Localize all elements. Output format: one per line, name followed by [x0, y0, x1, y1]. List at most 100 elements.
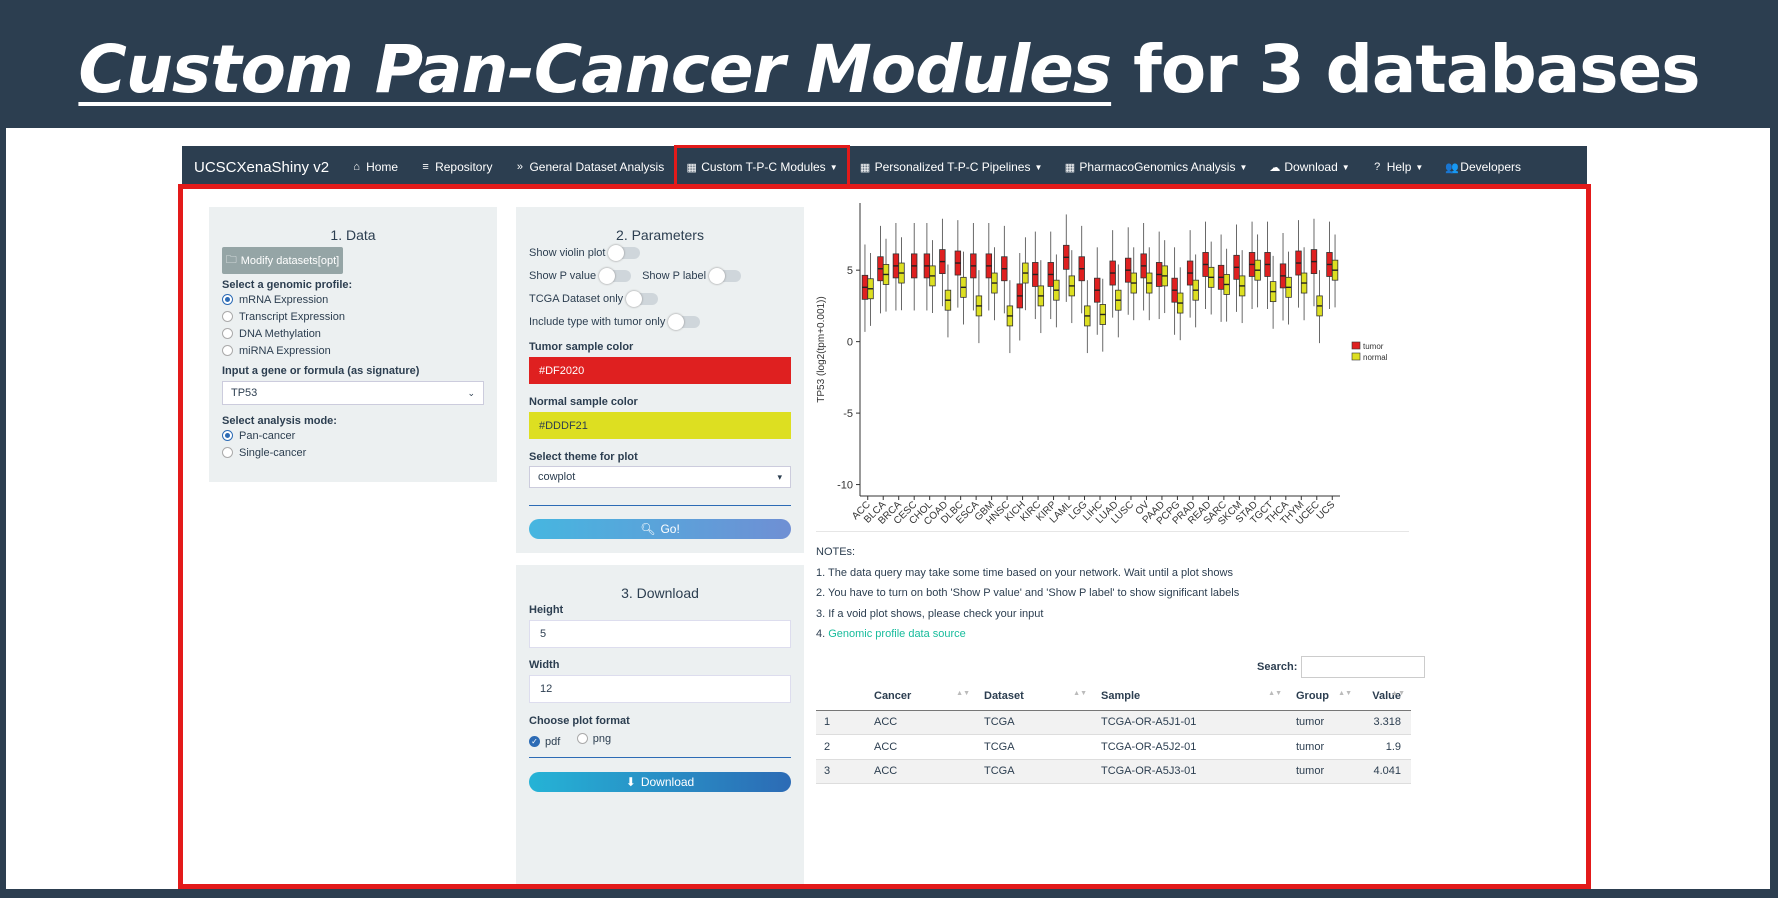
width-input[interactable]: 12 — [529, 675, 791, 703]
height-input[interactable]: 5 — [529, 620, 791, 648]
profile-option-label: miRNA Expression — [239, 344, 331, 357]
divider — [529, 505, 791, 506]
angles-down-icon: » — [516, 161, 524, 173]
nav-repository[interactable]: ≡ Repository — [420, 160, 492, 174]
theme-select[interactable]: cowplot ▾ — [529, 466, 791, 488]
normal-color-input[interactable]: #DDDF21 — [529, 412, 791, 439]
legend-label: tumor — [1363, 342, 1384, 351]
sort-icon: ▲▼ — [1338, 689, 1352, 697]
table-row[interactable]: 1 ACC TCGA TCGA-OR-A5J1-01 tumor 3.318 — [816, 710, 1411, 735]
theme-select-value: cowplot — [538, 471, 576, 483]
radio-dot — [222, 311, 233, 322]
results-table: Cancer ▲▼ Dataset ▲▼ Sample ▲▼ Group ▲▼ Valu… — [816, 682, 1411, 784]
format-pdf-option[interactable]: ✓ pdf — [529, 736, 560, 748]
format-png-option[interactable]: png — [576, 733, 611, 745]
gene-select-value: TP53 — [231, 387, 258, 399]
tcga-toggle-label: TCGA Dataset only — [529, 293, 624, 305]
data-panel: 1. Data 🗀 Modify datasets[opt] Select a g… — [209, 207, 497, 482]
nav-home[interactable]: ⌂ Home — [351, 160, 398, 174]
navbar: UCSCXenaShiny v2 ⌂ Home ≡ Repository » Gene… — [182, 145, 1587, 189]
column-header-dataset[interactable]: Dataset ▲▼ — [976, 682, 1093, 711]
nav-developers-label: Developers — [1460, 160, 1521, 174]
tumor-color-input[interactable]: #DF2020 — [529, 357, 791, 384]
format-group: ✓ pdf png — [529, 731, 623, 749]
divider — [816, 531, 1409, 532]
brand[interactable]: UCSCXenaShiny v2 — [194, 159, 329, 176]
parameters-panel-title: 2. Parameters — [616, 227, 704, 243]
table-cell: TCGA — [976, 710, 1093, 735]
p-label-toggle[interactable] — [709, 268, 742, 284]
nav-general-dataset-analysis[interactable]: » General Dataset Analysis — [514, 160, 664, 174]
banner-title-emphasis: Custom Pan-Cancer Modules — [78, 31, 1112, 108]
tumor-color-label: Tumor sample color — [529, 341, 634, 353]
download-button[interactable]: ⬇ Download — [529, 772, 791, 792]
nav-custom-tpc-modules[interactable]: ▦ Custom T-P-C Modules ▼ — [674, 145, 850, 189]
nav-help[interactable]: ? Help ▼ — [1372, 160, 1424, 174]
table-row[interactable]: 2 ACC TCGA TCGA-OR-A5J2-01 tumor 1.9 — [816, 734, 1411, 760]
x-tick-label: UCS — [1315, 499, 1338, 522]
radio-dot — [222, 447, 233, 458]
download-panel-title: 3. Download — [621, 585, 699, 601]
nav-pharmacogenomics[interactable]: ▦ PharmacoGenomics Analysis ▼ — [1064, 160, 1248, 174]
column-header-group[interactable]: Group ▲▼ — [1288, 682, 1358, 711]
table-cell: 4.041 — [1358, 759, 1411, 784]
tcga-only-toggle[interactable] — [626, 291, 659, 307]
radio-dot — [576, 733, 588, 744]
column-header-sample[interactable]: Sample ▲▼ — [1093, 682, 1288, 711]
folder-open-icon: 🗀 — [225, 254, 237, 266]
table-cell: TCGA-OR-A5J1-01 — [1093, 710, 1288, 735]
app-window: UCSCXenaShiny v2 ⌂ Home ≡ Repository » Gene… — [178, 145, 1591, 889]
screenshot-stage: UCSCXenaShiny v2 ⌂ Home ≡ Repository » Gene… — [6, 128, 1770, 889]
notes: NOTEs: 1. The data query may take some t… — [816, 546, 1239, 649]
nav-pharmaco-label: PharmacoGenomics Analysis — [1079, 160, 1236, 174]
radio-dot — [222, 328, 233, 339]
gene-select[interactable]: TP53 ⌄ — [222, 381, 484, 405]
nav-developers[interactable]: 👥 Developers — [1445, 160, 1521, 174]
caret-down-icon: ▾ — [777, 471, 782, 482]
profile-radio-transcript[interactable]: Transcript Expression — [222, 308, 345, 325]
divider — [529, 757, 791, 758]
profile-option-label: DNA Methylation — [239, 327, 321, 340]
table-cell: 1.9 — [1358, 734, 1411, 760]
caret-down-icon: ▼ — [1341, 162, 1350, 172]
search-input[interactable] — [1301, 656, 1426, 678]
column-header-cancer[interactable]: Cancer ▲▼ — [866, 682, 976, 711]
profile-radio-mirna[interactable]: miRNA Expression — [222, 342, 345, 359]
column-header-label: Group — [1296, 689, 1329, 702]
modify-datasets-button[interactable]: 🗀 Modify datasets[opt] — [222, 247, 343, 274]
nav-download[interactable]: ☁ Download ▼ — [1269, 160, 1349, 174]
note-item-link-row: 4. Genomic profile data source — [816, 628, 1239, 649]
go-button-label: Go! — [660, 522, 680, 536]
download-button-label: Download — [640, 775, 695, 789]
table-cell: TCGA — [976, 759, 1093, 784]
profile-radio-mrna[interactable]: mRNA Expression — [222, 291, 345, 308]
nav-custom-label: Custom T-P-C Modules — [701, 160, 826, 174]
p-value-toggle[interactable] — [599, 268, 632, 284]
violin-toggle[interactable] — [608, 245, 641, 261]
table-cell: TCGA — [976, 734, 1093, 760]
table-row[interactable]: 3 ACC TCGA TCGA-OR-A5J3-01 tumor 4.041 — [816, 759, 1411, 784]
nav-personalized-pipelines[interactable]: ▦ Personalized T-P-C Pipelines ▼ — [860, 160, 1042, 174]
boxplot-chart: 50-5-10TP53 (log2(tpm+0.001))ACCBLCABRCA… — [816, 203, 1388, 528]
profile-option-label: mRNA Expression — [239, 293, 329, 306]
mode-radio-group: Pan-cancer Single-cancer — [222, 427, 306, 461]
column-header-label: Cancer — [874, 689, 912, 702]
note-item: 3. If a void plot shows, please check yo… — [816, 607, 1044, 620]
y-axis-label: TP53 (log2(tpm+0.001)) — [816, 296, 827, 402]
column-header-value[interactable]: Value ▲▼ — [1358, 682, 1411, 711]
mode-radio-pan-cancer[interactable]: Pan-cancer — [222, 427, 306, 444]
profile-radio-methylation[interactable]: DNA Methylation — [222, 325, 345, 342]
column-header-index[interactable] — [816, 682, 866, 711]
caret-down-icon: ▼ — [1415, 162, 1424, 172]
go-button[interactable]: 🔍︎ Go! — [529, 519, 791, 539]
tumor-only-toggle[interactable] — [668, 314, 701, 330]
mode-option-label: Single-cancer — [239, 446, 307, 459]
table-cell: 3 — [816, 759, 866, 784]
genomic-profile-data-source-link[interactable]: Genomic profile data source — [828, 628, 966, 640]
caret-down-icon: ▼ — [829, 162, 838, 172]
p-value-toggle-label: Show P value — [529, 270, 597, 282]
p-value-toggle-row: Show P value Show P label — [529, 268, 742, 284]
mode-radio-single-cancer[interactable]: Single-cancer — [222, 444, 306, 461]
width-input-value: 12 — [540, 683, 553, 695]
tumor-only-toggle-row: Include type with tumor only — [529, 314, 701, 330]
